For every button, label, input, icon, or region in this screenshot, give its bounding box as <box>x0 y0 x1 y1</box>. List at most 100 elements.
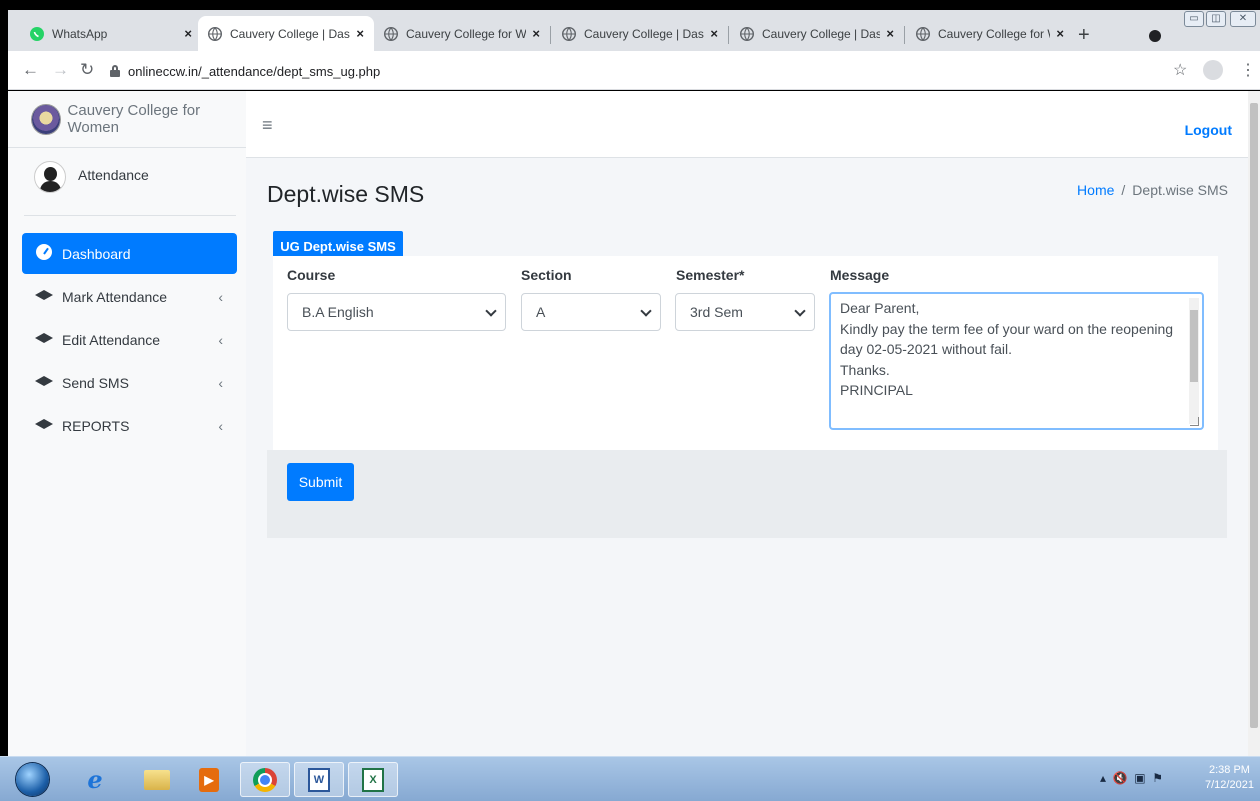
tab-title: Cauvery College | Dashb <box>584 26 705 41</box>
breadcrumb: Home / Dept.wise SMS <box>1077 182 1228 198</box>
system-tray[interactable]: ▴ 🔇 ▣ ⚑ <box>1100 771 1163 785</box>
close-icon[interactable]: × <box>184 26 192 41</box>
word-icon[interactable]: W <box>294 762 344 797</box>
sidebar: Cauvery College for Women Attendance Das… <box>8 91 246 756</box>
tab-title: Cauvery College for Wo <box>938 26 1050 41</box>
top-navbar: ≡ Logout <box>246 91 1248 158</box>
chrome-icon[interactable] <box>240 762 290 797</box>
sidebar-item-edit-attendance[interactable]: Edit Attendance ‹ <box>22 319 237 360</box>
minimize-button[interactable]: ▭ <box>1184 11 1204 27</box>
sidebar-item-send-sms[interactable]: Send SMS ‹ <box>22 362 237 403</box>
system-clock[interactable]: 2:38 PM 7/12/2021 <box>1205 763 1254 793</box>
sidebar-item-reports[interactable]: REPORTS ‹ <box>22 405 237 446</box>
globe-icon <box>384 26 398 41</box>
message-line: Dear Parent, <box>840 300 920 316</box>
submit-button[interactable]: Submit <box>287 463 354 501</box>
file-explorer-icon[interactable] <box>132 762 182 797</box>
start-button[interactable] <box>16 763 49 796</box>
tab-separator <box>728 26 729 44</box>
bookmark-star-icon[interactable]: ☆ <box>1173 60 1187 80</box>
resize-grip-icon[interactable] <box>1190 417 1199 426</box>
brand-link[interactable]: Cauvery College for Women <box>8 91 246 148</box>
breadcrumb-separator: / <box>1121 182 1126 198</box>
course-label: Course <box>287 267 336 283</box>
profile-icon[interactable] <box>1203 60 1223 80</box>
course-select[interactable]: B.A English <box>287 293 506 331</box>
chevron-left-icon: ‹ <box>218 374 223 391</box>
semester-select[interactable]: 3rd Sem <box>675 293 815 331</box>
tab-whatsapp[interactable]: WhatsApp × <box>20 16 202 51</box>
back-arrow-icon[interactable]: ← <box>22 60 39 80</box>
media-player-icon[interactable]: ▶ <box>184 762 234 797</box>
globe-icon <box>208 26 222 41</box>
logout-link[interactable]: Logout <box>1185 122 1232 138</box>
globe-icon <box>562 26 576 41</box>
tab-title: WhatsApp <box>52 26 108 41</box>
message-textarea[interactable]: Dear Parent, Kindly pay the term fee of … <box>829 292 1204 430</box>
college-logo-icon <box>32 104 60 134</box>
url-text: onlineccw.in/_attendance/dept_sms_ug.php <box>128 63 381 79</box>
screen: WhatsApp × Cauvery College | Dashb × Cau… <box>0 0 1260 801</box>
user-panel: Attendance <box>24 161 236 216</box>
breadcrumb-current: Dept.wise SMS <box>1132 182 1228 198</box>
sidebar-nav: Dashboard Mark Attendance ‹ Edit Attenda… <box>22 233 237 448</box>
breadcrumb-home-link[interactable]: Home <box>1077 182 1114 198</box>
tab-title: Cauvery College | Dashb <box>230 26 351 41</box>
form-footer: Submit <box>267 450 1227 538</box>
clock-date: 7/12/2021 <box>1205 779 1254 791</box>
message-line: Thanks. <box>840 361 890 378</box>
tab-cauvery-dashboard-active[interactable]: Cauvery College | Dashb × <box>198 16 374 51</box>
section-select-value: A <box>536 304 546 320</box>
chevron-down-icon <box>485 305 497 317</box>
reload-icon[interactable]: ↻ <box>80 60 94 80</box>
sms-form-panel: Course Section Semester* Message B.A Eng… <box>273 256 1218 450</box>
close-icon[interactable]: × <box>886 26 894 41</box>
close-window-button[interactable]: ✕ <box>1230 11 1256 27</box>
user-avatar-icon <box>34 161 66 193</box>
sidebar-item-label: Edit Attendance <box>62 331 161 348</box>
section-label: Section <box>521 267 572 283</box>
tab-cauvery-college[interactable]: Cauvery College for Wo × <box>374 16 550 51</box>
lock-icon <box>110 65 120 77</box>
graduation-cap-icon <box>35 290 53 301</box>
sidebar-item-label: Mark Attendance <box>62 288 168 305</box>
page-title: Dept.wise SMS <box>267 181 425 207</box>
hamburger-menu-icon[interactable]: ≡ <box>262 115 273 136</box>
close-icon[interactable]: × <box>1056 26 1064 41</box>
user-name[interactable]: Attendance <box>78 167 149 183</box>
more-menu-icon[interactable]: ⋮ <box>1240 60 1256 80</box>
sidebar-item-dashboard[interactable]: Dashboard <box>22 233 237 274</box>
excel-icon[interactable]: X <box>348 762 398 797</box>
close-icon[interactable]: × <box>532 26 540 41</box>
forward-arrow-icon[interactable]: → <box>52 60 69 80</box>
chevron-left-icon: ‹ <box>218 331 223 348</box>
chevron-left-icon: ‹ <box>218 417 223 434</box>
section-select[interactable]: A <box>521 293 661 331</box>
message-scroll-thumb[interactable] <box>1190 310 1198 382</box>
close-icon[interactable]: × <box>710 26 718 41</box>
new-tab-button[interactable]: + <box>1078 24 1090 47</box>
internet-explorer-icon[interactable]: e <box>70 762 120 797</box>
clock-time: 2:38 PM <box>1208 764 1250 776</box>
chevron-left-icon: ‹ <box>218 288 223 305</box>
globe-icon <box>916 26 930 41</box>
tab-separator <box>550 26 551 44</box>
message-scrollbar[interactable] <box>1189 298 1199 424</box>
windows-taskbar: e ▶ W X ▴ 🔇 ▣ ⚑ 2:38 PM 7/12/2021 <box>0 756 1260 801</box>
maximize-button[interactable]: ◫ <box>1206 11 1226 27</box>
page-scroll-thumb[interactable] <box>1250 103 1258 728</box>
chevron-down-icon <box>640 305 652 317</box>
browser-tab-strip: WhatsApp × Cauvery College | Dashb × Cau… <box>8 10 1260 51</box>
page-scrollbar[interactable] <box>1248 91 1260 756</box>
tab-cauvery-college[interactable]: Cauvery College for Wo × <box>906 16 1074 51</box>
graduation-cap-icon <box>35 333 53 344</box>
tab-title: Cauvery College | Dashb <box>762 26 881 41</box>
address-bar[interactable]: onlineccw.in/_attendance/dept_sms_ug.php <box>110 58 1240 84</box>
tab-cauvery-dashboard[interactable]: Cauvery College | Dashb × <box>730 16 904 51</box>
tab-separator <box>904 26 905 44</box>
sidebar-item-mark-attendance[interactable]: Mark Attendance ‹ <box>22 276 237 317</box>
graduation-cap-icon <box>35 376 53 387</box>
close-icon[interactable]: × <box>356 26 364 41</box>
tab-search-icon[interactable] <box>1149 30 1161 42</box>
tab-cauvery-dashboard[interactable]: Cauvery College | Dashb × <box>552 16 728 51</box>
